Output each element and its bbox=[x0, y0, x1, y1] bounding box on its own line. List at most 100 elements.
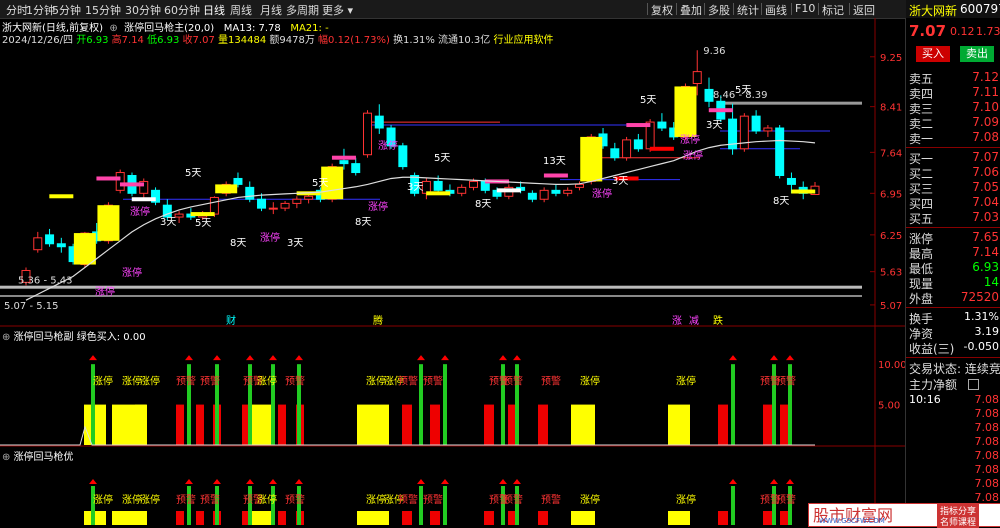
toolbar-button[interactable]: F10 bbox=[795, 2, 815, 15]
period-tab[interactable]: 15分钟 bbox=[85, 2, 121, 18]
ask-label: 卖一 bbox=[909, 132, 934, 146]
watermark-tag2: 名师课程 bbox=[937, 515, 980, 528]
buy-arrow-icon bbox=[246, 355, 254, 361]
subpanel2-title[interactable]: 涨停回马枪优 bbox=[14, 452, 74, 463]
buy-arrow-icon bbox=[89, 479, 97, 484]
candle-body bbox=[763, 127, 773, 132]
price-change-pct: 1.73% bbox=[976, 25, 1000, 38]
period-tab[interactable]: 多周期 bbox=[286, 2, 319, 18]
zt-label: 涨停 bbox=[130, 205, 150, 218]
sub2-red-bar bbox=[402, 511, 412, 525]
sub2-red-bar bbox=[176, 511, 184, 525]
sub2-label: 预警 bbox=[776, 493, 796, 506]
bid-price: 7.05 bbox=[972, 180, 999, 194]
buy-arrow-icon bbox=[786, 355, 794, 361]
candle-body bbox=[433, 180, 443, 191]
quote-panel: 浙大网新6007977.070.121.73%买入卖出卖五7.12卖四7.11卖… bbox=[905, 0, 1000, 525]
chart-area[interactable]: 9.258.417.646.956.255.635.079.368.46 - 8… bbox=[0, 18, 905, 525]
candle-body bbox=[692, 71, 702, 84]
period-tab[interactable]: 1分钟 bbox=[26, 2, 55, 18]
sub1-green-bar bbox=[731, 364, 735, 445]
days-label: 5天 bbox=[735, 85, 751, 96]
sub1-label: 预警 bbox=[398, 375, 418, 388]
signal-bar-pink bbox=[331, 155, 356, 160]
toolbar-button[interactable]: 多股 bbox=[708, 2, 730, 18]
signal-bar bbox=[190, 212, 215, 217]
period-tab[interactable]: 月线 bbox=[260, 2, 282, 18]
buy-button[interactable]: 买入 bbox=[916, 46, 950, 62]
buy-arrow-icon bbox=[269, 355, 277, 361]
period-tab[interactable]: 更多 ▾ bbox=[322, 2, 353, 18]
subpanel1-title[interactable]: 涨停回马枪副 bbox=[14, 332, 74, 343]
high-label: 9.36 bbox=[703, 46, 725, 57]
toolbar-button[interactable]: 复权 bbox=[651, 2, 673, 18]
period-tab[interactable]: 5分钟 bbox=[52, 2, 81, 18]
sub2-label: 涨停 bbox=[140, 493, 160, 506]
period-tab[interactable]: 日线 bbox=[203, 2, 225, 18]
divider bbox=[906, 307, 1000, 308]
signal-bar-pink bbox=[626, 123, 651, 128]
sub1-red-bar bbox=[176, 404, 184, 445]
sub1-red-bar bbox=[538, 404, 548, 445]
signal-bar bbox=[496, 188, 521, 193]
candle-body bbox=[775, 127, 785, 176]
sub1-yellow-bar bbox=[668, 404, 690, 445]
sell-button[interactable]: 卖出 bbox=[960, 46, 994, 62]
sub1-label: 预警 bbox=[200, 375, 220, 388]
toolbar-button[interactable]: 返回 bbox=[853, 2, 875, 18]
toolbar-button[interactable]: 统计 bbox=[737, 2, 759, 18]
sub1-yellow-bar bbox=[571, 404, 595, 445]
candle-body bbox=[304, 195, 314, 200]
event-label: 财 bbox=[226, 314, 236, 327]
zt-block bbox=[674, 86, 697, 137]
sub1-label: 涨停 bbox=[676, 375, 696, 388]
zt-block bbox=[73, 233, 96, 265]
buy-arrow-icon bbox=[246, 479, 254, 484]
event-label: 腾 bbox=[373, 314, 383, 327]
buy-arrow-icon bbox=[441, 479, 449, 484]
period-tab[interactable]: 分时 bbox=[6, 2, 28, 18]
zt-label: 涨停 bbox=[122, 266, 142, 279]
toolbar-separator bbox=[704, 3, 705, 15]
stat-label: 收益(三) bbox=[909, 342, 955, 356]
price-axis-label: 7.64 bbox=[880, 148, 902, 159]
zt-block bbox=[97, 205, 120, 241]
price-axis-label: 6.25 bbox=[880, 231, 902, 242]
candle-body bbox=[209, 196, 219, 215]
days-label: 5天 bbox=[640, 95, 656, 106]
period-tab[interactable]: 周线 bbox=[230, 2, 252, 18]
buy-arrow-icon bbox=[770, 355, 778, 361]
candle-body bbox=[704, 88, 714, 102]
period-tab[interactable]: 60分钟 bbox=[164, 2, 200, 18]
sub1-red-bar bbox=[278, 404, 286, 445]
sub2-label: 预警 bbox=[541, 493, 561, 506]
subpanel2-header: ⊕ 涨停回马枪优 bbox=[2, 452, 74, 463]
candle-body bbox=[268, 207, 278, 210]
expand-icon[interactable] bbox=[968, 379, 979, 390]
stat-value: 72520 bbox=[960, 290, 999, 304]
sub2-yellow-bar bbox=[571, 511, 595, 525]
sub2-label: 预警 bbox=[200, 493, 220, 506]
signal-bar bbox=[426, 191, 451, 196]
sub2-label: 涨停 bbox=[366, 493, 386, 506]
buy-arrow-icon bbox=[770, 479, 778, 484]
candle-body bbox=[574, 183, 584, 188]
sub1-green-bar bbox=[443, 364, 447, 445]
ask-price: 7.12 bbox=[972, 70, 999, 84]
zt-block bbox=[580, 136, 603, 182]
price-axis-label: 8.41 bbox=[880, 103, 902, 114]
tick-price: 7.08 bbox=[974, 435, 1000, 448]
toolbar-button[interactable]: 画线 bbox=[765, 2, 787, 18]
zt-block bbox=[215, 184, 238, 194]
toolbar-button[interactable]: 标记 bbox=[822, 2, 844, 18]
range-low-bar bbox=[0, 285, 862, 289]
tick-time: 10:16 bbox=[909, 393, 941, 406]
candle-body bbox=[527, 192, 537, 200]
price-axis-label: 5.07 bbox=[880, 301, 902, 312]
bar-industry: 行业应用软件 bbox=[493, 35, 554, 46]
period-tab[interactable]: 30分钟 bbox=[125, 2, 161, 18]
toolbar-button[interactable]: 叠加 bbox=[680, 2, 702, 18]
sub1-label: 涨停 bbox=[140, 375, 160, 388]
candle-body bbox=[363, 112, 373, 156]
candle-body bbox=[539, 189, 549, 200]
